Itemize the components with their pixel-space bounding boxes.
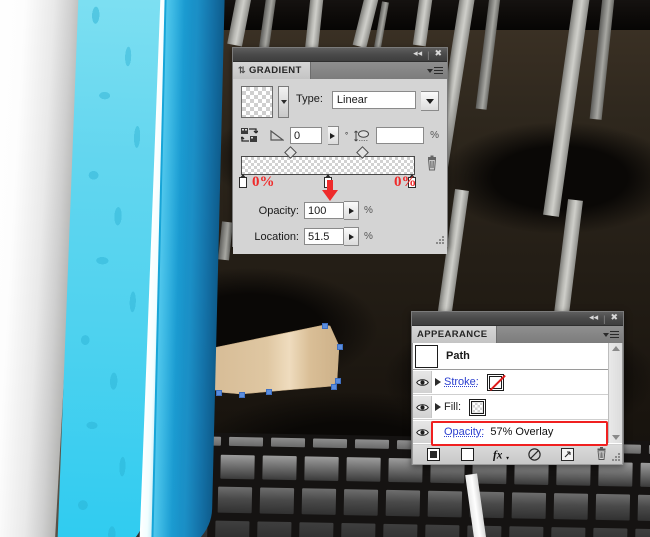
appearance-target-swatch[interactable] <box>415 344 438 368</box>
appearance-row-opacity[interactable]: Opacity: 57% Overlay <box>413 420 622 446</box>
gradient-location-row: Location: 51.5 % <box>241 227 439 246</box>
gradient-panel-resize-grip[interactable] <box>436 236 445 245</box>
gradient-location-stepper[interactable] <box>344 227 359 246</box>
disclosure-triangle-icon[interactable] <box>432 403 444 411</box>
collapse-double-arrow-icon[interactable]: ◂◂ <box>589 314 598 323</box>
disclosure-triangle-icon[interactable] <box>432 378 444 386</box>
tab-gradient-label: GRADIENT <box>248 65 302 76</box>
chevron-right-icon <box>330 132 336 139</box>
fill-gradient-swatch[interactable] <box>469 398 487 416</box>
tab-appearance[interactable]: APPEARANCE <box>412 326 497 343</box>
gradient-location-label: Location: <box>254 230 299 243</box>
gradient-preview-swatch[interactable] <box>241 86 273 118</box>
aspect-ratio-icon <box>354 129 370 143</box>
gradient-opacity-unit: % <box>364 205 373 216</box>
appearance-panel-tab-filler <box>496 326 623 343</box>
appearance-panel-resize-grip[interactable] <box>612 453 621 462</box>
titlebar-divider: | <box>603 313 606 324</box>
gradient-stop[interactable] <box>239 174 247 188</box>
gradient-opacity-label: Opacity: <box>258 204 299 217</box>
reverse-gradient-icon[interactable] <box>239 128 259 143</box>
appearance-row-stroke[interactable]: Stroke: <box>413 370 622 395</box>
anchor-point <box>239 392 245 398</box>
gradient-opacity-stepper[interactable] <box>344 201 359 220</box>
gradient-panel-body: Type: Linear 0 ° % 0% 0% Opacity: 100 % … <box>233 79 447 254</box>
gradient-panel[interactable]: ◂◂ | ✖ ⇅ GRADIENT Type: Linear 0 ° % 0% … <box>232 47 448 254</box>
gradient-angle-row: 0 ° % <box>239 126 439 145</box>
stroke-none-swatch[interactable] <box>486 373 504 391</box>
close-x-icon[interactable]: ✖ <box>434 50 442 59</box>
angle-icon <box>270 129 285 141</box>
tab-appearance-label: APPEARANCE <box>417 329 488 340</box>
appearance-target-label: Path <box>446 350 470 362</box>
gradient-type-row: Type: Linear <box>241 86 439 118</box>
gradient-aspect-input[interactable] <box>376 127 425 144</box>
eye-visibility-icon[interactable] <box>413 396 432 418</box>
appearance-toolbar[interactable]: fx <box>412 444 623 465</box>
gradient-type-dropdown-button[interactable] <box>421 91 439 111</box>
anchor-point <box>322 323 328 329</box>
add-new-stroke-icon[interactable] <box>426 447 442 462</box>
delete-stop-trash-icon[interactable] <box>425 155 440 173</box>
appearance-opacity-value: 57% Overlay <box>490 426 554 438</box>
appearance-opacity-label[interactable]: Opacity: <box>444 426 484 438</box>
appearance-panel[interactable]: ◂◂ | ✖ APPEARANCE Path Stroke: Fill: Opa… <box>411 311 624 465</box>
gradient-type-value[interactable]: Linear <box>331 91 416 109</box>
appearance-stroke-label[interactable]: Stroke: <box>444 376 479 388</box>
red-arrow-cursor <box>319 180 341 207</box>
gradient-angle-unit: ° <box>344 131 349 140</box>
add-new-fill-icon[interactable] <box>459 447 475 462</box>
titlebar-divider: | <box>427 49 430 60</box>
svg-text:fx: fx <box>493 449 503 460</box>
appearance-panel-tabrow[interactable]: APPEARANCE <box>412 326 623 343</box>
scroll-down-arrow-icon[interactable] <box>611 435 620 440</box>
gradient-location-unit: % <box>364 231 373 242</box>
gradient-panel-titlebar[interactable]: ◂◂ | ✖ <box>233 48 447 62</box>
eye-visibility-icon[interactable] <box>413 371 432 393</box>
clear-appearance-icon[interactable] <box>526 447 542 462</box>
chevron-right-icon <box>348 233 354 240</box>
anchor-point <box>216 390 222 396</box>
gradient-type-label: Type: <box>296 93 323 105</box>
gradient-stop-opacity-label-right: 0% <box>394 174 417 190</box>
appearance-fill-label[interactable]: Fill: <box>444 401 461 413</box>
tab-grip-icon: ⇅ <box>238 65 246 75</box>
gradient-slider[interactable]: 0% 0% <box>239 146 440 201</box>
gradient-panel-tab-filler <box>310 62 447 79</box>
gradient-preset-dropdown-button[interactable] <box>278 86 289 118</box>
gradient-panel-tabrow[interactable]: ⇅ GRADIENT <box>233 62 447 79</box>
gradient-angle-input[interactable]: 0 <box>290 127 322 144</box>
chevron-down-icon <box>425 98 434 104</box>
artwork-selected-path <box>206 323 346 401</box>
duplicate-item-icon[interactable] <box>560 447 576 462</box>
anchor-point <box>331 384 337 390</box>
chevron-down-icon <box>280 100 287 104</box>
panel-menu-icon[interactable] <box>427 66 443 75</box>
add-new-effect-fx-icon[interactable]: fx <box>493 447 509 462</box>
scroll-up-arrow-icon[interactable] <box>611 346 620 351</box>
close-x-icon[interactable]: ✖ <box>610 314 618 323</box>
anchor-point <box>266 389 272 395</box>
eye-visibility-icon[interactable] <box>413 421 432 443</box>
panel-menu-icon[interactable] <box>603 330 619 339</box>
appearance-target-row[interactable]: Path <box>413 343 622 370</box>
gradient-aspect-unit: % <box>430 130 439 141</box>
appearance-row-fill[interactable]: Fill: <box>413 395 622 420</box>
delete-item-icon[interactable] <box>593 447 609 462</box>
appearance-scrollbar[interactable] <box>608 343 622 443</box>
appearance-panel-titlebar[interactable]: ◂◂ | ✖ <box>412 312 623 326</box>
chevron-right-icon <box>348 207 354 214</box>
gradient-stop-opacity-label-left: 0% <box>252 174 275 190</box>
gradient-slider-track[interactable] <box>241 156 415 175</box>
collapse-double-arrow-icon[interactable]: ◂◂ <box>413 50 422 59</box>
gradient-angle-stepper[interactable] <box>327 126 339 145</box>
screenshot-root: ◂◂ | ✖ ⇅ GRADIENT Type: Linear 0 ° % 0% … <box>0 0 650 537</box>
gradient-location-input[interactable]: 51.5 <box>304 228 344 245</box>
tab-gradient[interactable]: ⇅ GRADIENT <box>233 62 311 79</box>
appearance-list: Path Stroke: Fill: Opacity: 57% Overlay <box>412 343 623 446</box>
anchor-point <box>337 344 343 350</box>
